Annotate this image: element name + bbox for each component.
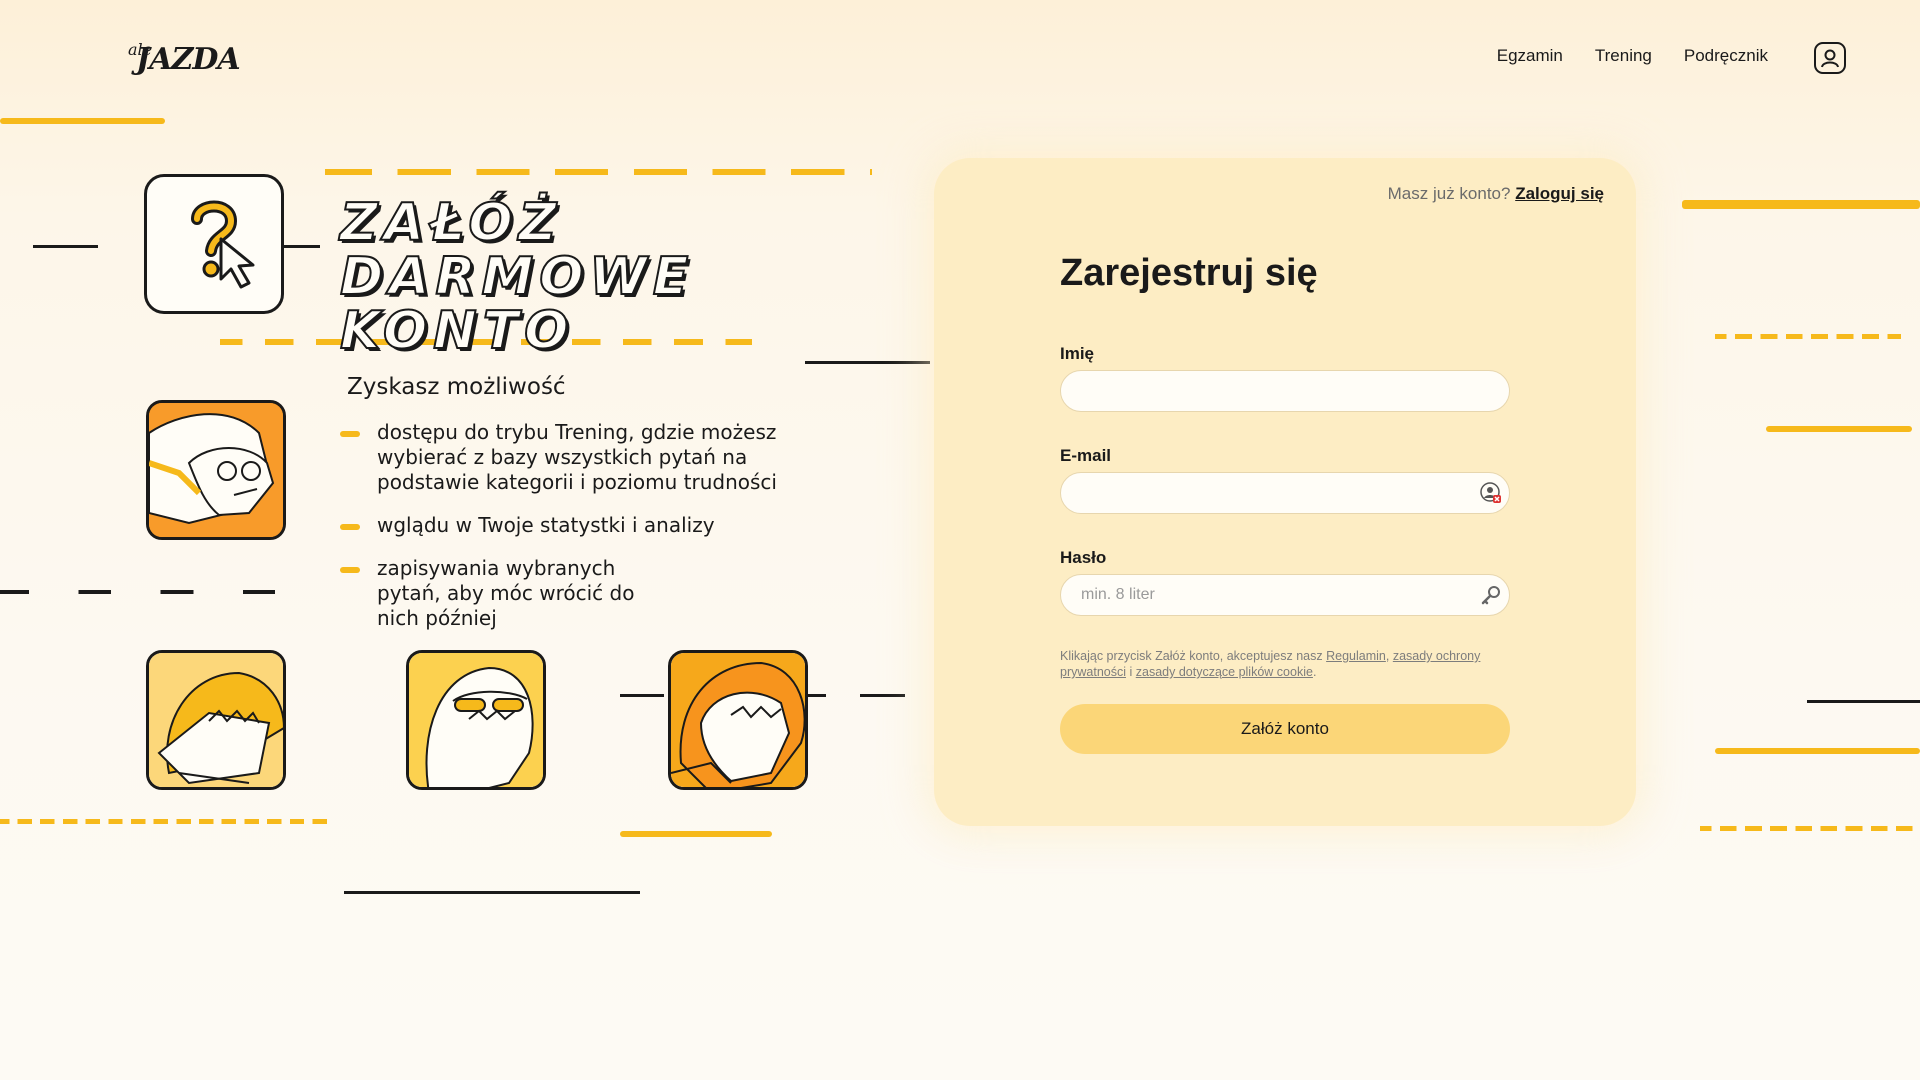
have-account: Masz już konto? Zaloguj się bbox=[1388, 184, 1604, 204]
autofill-icon[interactable] bbox=[1480, 482, 1502, 504]
nav-trening[interactable]: Trening bbox=[1595, 46, 1652, 66]
decor-line bbox=[33, 245, 98, 248]
avatar bbox=[146, 400, 286, 540]
have-account-text: Masz już konto? bbox=[1387, 184, 1511, 203]
decor-line bbox=[1807, 700, 1920, 703]
key-icon[interactable] bbox=[1480, 584, 1502, 606]
terms-prefix: Klikając przycisk Załóż konto, akceptuje… bbox=[1060, 649, 1323, 663]
decor-line bbox=[1682, 200, 1920, 209]
terms-text: Klikając przycisk Załóż konto, akceptuje… bbox=[1060, 649, 1481, 679]
benefits-list: dostępu do trybu Trening, gdzie możesz w… bbox=[340, 420, 800, 649]
benefit-item: zapisywania wybranych pytań, aby móc wró… bbox=[340, 556, 670, 631]
avatar bbox=[406, 650, 546, 790]
decor-line bbox=[808, 694, 826, 697]
user-account-button[interactable] bbox=[1814, 42, 1846, 74]
decor-dash bbox=[0, 590, 275, 594]
password-label: Hasło bbox=[1060, 548, 1107, 567]
decor-line bbox=[0, 118, 165, 124]
decor-dash bbox=[0, 819, 330, 824]
email-label: E-mail bbox=[1060, 446, 1112, 465]
avatar bbox=[146, 650, 286, 790]
register-card: Masz już konto? Zaloguj się Zarejestruj … bbox=[934, 158, 1636, 826]
logo-big: JAZDA bbox=[136, 42, 241, 77]
benefit-item: wglądu w Twoje statystki i analizy bbox=[340, 513, 800, 538]
email-field[interactable] bbox=[1060, 472, 1510, 514]
create-account-button[interactable]: Załóż konto bbox=[1060, 704, 1510, 754]
cookies-link[interactable]: zasady dotyczące plików cookie bbox=[1136, 665, 1313, 679]
password-field[interactable] bbox=[1060, 574, 1510, 616]
hero-question-icon-box bbox=[144, 174, 284, 314]
benefit-item: dostępu do trybu Trening, gdzie możesz w… bbox=[340, 420, 800, 495]
terms-link[interactable]: Regulamin bbox=[1326, 649, 1386, 663]
decor-line bbox=[1715, 748, 1920, 754]
user-icon bbox=[1821, 49, 1839, 68]
decor-line bbox=[620, 831, 772, 837]
decor-line bbox=[620, 694, 664, 697]
benefits-title: Zyskasz możliwość bbox=[347, 374, 566, 400]
decor-line bbox=[805, 361, 930, 364]
nav-egzamin[interactable]: Egzamin bbox=[1497, 46, 1563, 66]
decor-dash bbox=[1700, 826, 1920, 831]
main-nav: Egzamin Trening Podręcznik bbox=[1465, 46, 1768, 66]
decor-line bbox=[284, 245, 320, 248]
name-field[interactable] bbox=[1060, 370, 1510, 412]
form-title: Zarejestruj się bbox=[1060, 252, 1318, 294]
decor-line bbox=[860, 694, 905, 697]
name-label: Imię bbox=[1060, 344, 1095, 363]
avatar bbox=[668, 650, 808, 790]
decor-line bbox=[344, 891, 640, 894]
decor-dash bbox=[1715, 334, 1901, 339]
hero-title: Załóż darmowe konto bbox=[339, 193, 695, 361]
question-cursor-icon bbox=[191, 200, 255, 289]
decor-dash bbox=[325, 169, 872, 175]
login-link[interactable]: Zaloguj się bbox=[1515, 184, 1604, 203]
terms-and: i bbox=[1129, 665, 1133, 679]
nav-podrecznik[interactable]: Podręcznik bbox=[1684, 46, 1768, 66]
decor-line bbox=[1766, 426, 1912, 432]
